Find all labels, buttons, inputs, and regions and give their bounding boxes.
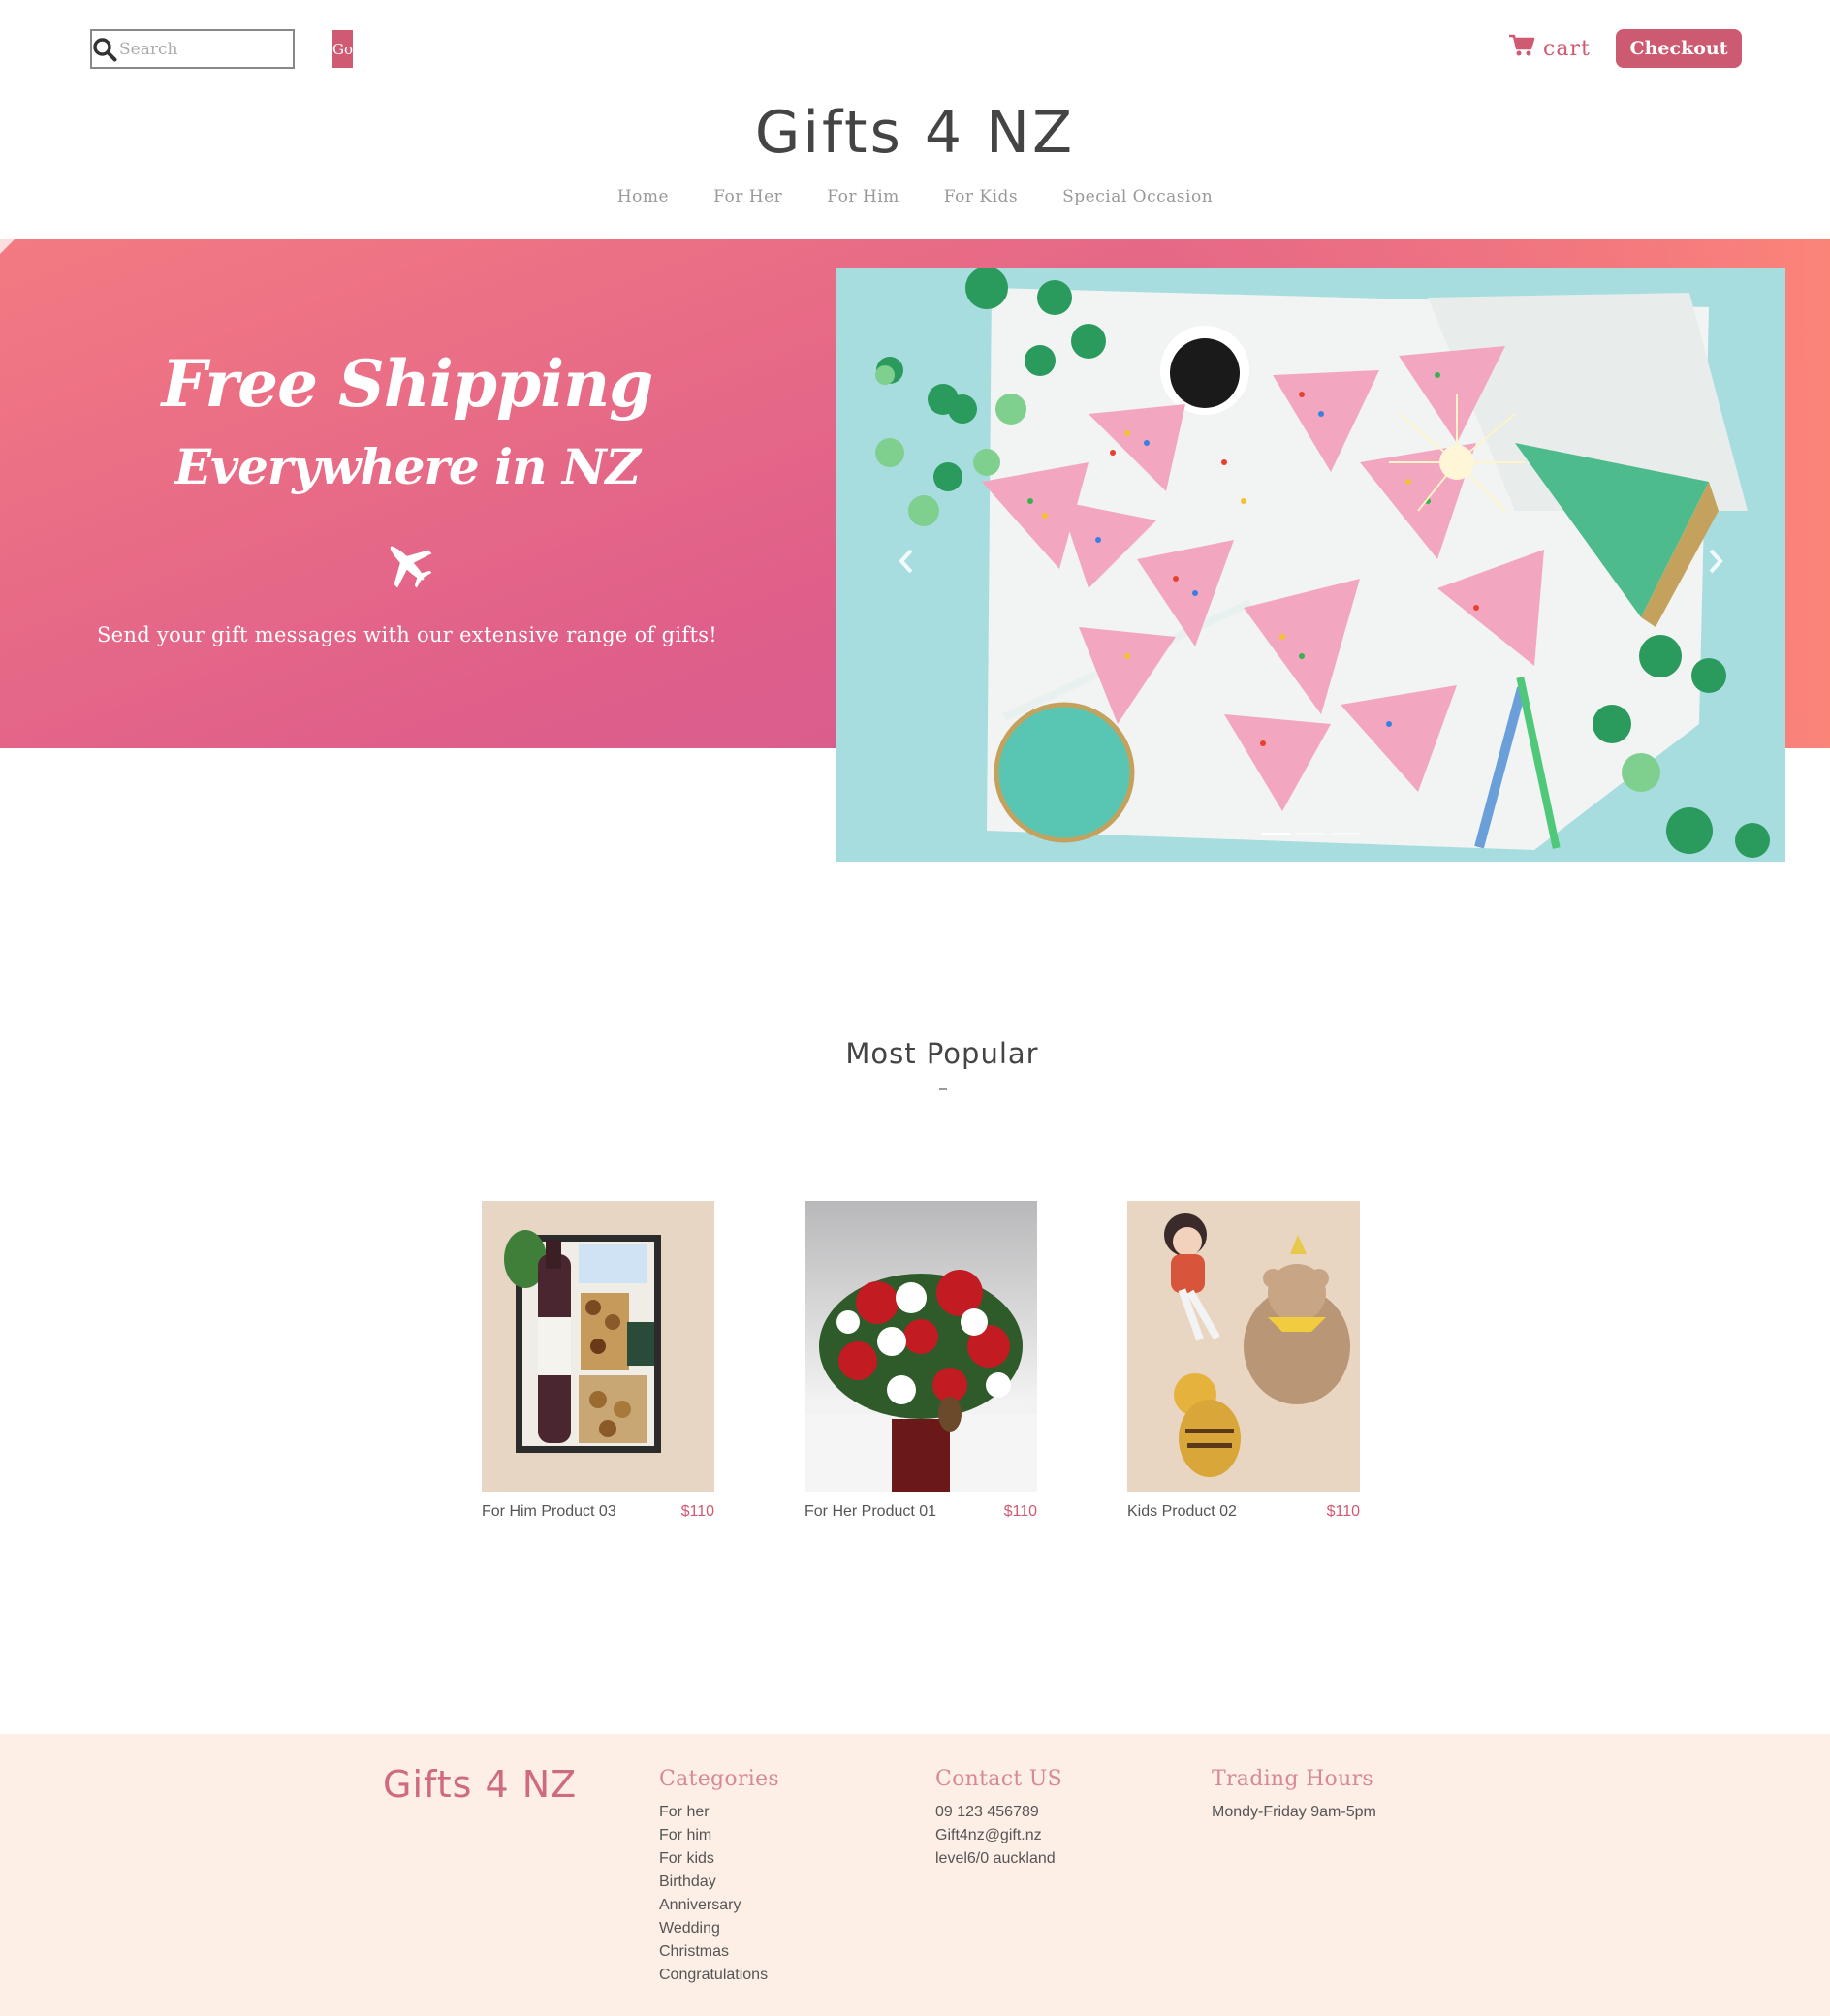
carousel-indicator[interactable]	[1331, 833, 1360, 835]
categories-heading: Categories	[659, 1767, 779, 1791]
footer-link-for-kids[interactable]: For kids	[659, 1847, 779, 1871]
carousel-indicators	[1261, 833, 1360, 835]
contact-phone: 09 123 456789	[935, 1804, 1039, 1820]
footer-logo[interactable]: Gifts 4 NZ	[383, 1763, 577, 1806]
contact-heading: Contact US	[935, 1767, 1062, 1791]
hero-subtitle: Everywhere in NZ	[174, 438, 641, 495]
product-card[interactable]: Kids Product 02 $110	[1127, 1201, 1360, 1521]
cart-label: cart	[1543, 36, 1591, 61]
footer-link-congratulations[interactable]: Congratulations	[659, 1964, 779, 1987]
footer-hours: Trading Hours Mondy-Friday 9am-5pm	[1212, 1767, 1376, 1824]
nav-for-kids[interactable]: For Kids	[944, 187, 1018, 206]
nav-special-occasion[interactable]: Special Occasion	[1062, 187, 1213, 206]
carousel-slide-image	[836, 268, 1785, 862]
carousel-next-arrow[interactable]	[1704, 545, 1727, 578]
title-divider	[939, 1088, 947, 1090]
contact-address: level6/0 auckland	[935, 1850, 1056, 1867]
footer-contact: Contact US 09 123 456789 Gift4nz@gift.nz…	[935, 1767, 1062, 1871]
product-card[interactable]: For Him Product 03 $110	[482, 1201, 714, 1521]
cart-icon	[1508, 34, 1535, 63]
checkout-button[interactable]: Checkout	[1616, 29, 1742, 68]
site-logo[interactable]: Gifts 4 NZ	[0, 99, 1830, 167]
hero-title: Free Shipping	[161, 346, 654, 422]
main-nav: Home For Her For Him For Kids Special Oc…	[0, 187, 1830, 206]
go-button[interactable]: Go	[332, 30, 354, 68]
product-image	[482, 1201, 714, 1492]
footer-categories: Categories For her For him For kids Birt…	[659, 1767, 779, 1987]
search-box: Go	[90, 29, 354, 69]
product-image	[805, 1201, 1037, 1492]
product-name: Kids Product 02	[1127, 1503, 1237, 1520]
footer: Gifts 4 NZ Categories For her For him Fo…	[0, 1734, 1830, 2016]
product-name: For Her Product 01	[805, 1503, 937, 1520]
footer-link-christmas[interactable]: Christmas	[659, 1940, 779, 1964]
airplane-icon	[380, 536, 434, 590]
search-input[interactable]	[117, 31, 332, 67]
footer-link-anniversary[interactable]: Anniversary	[659, 1894, 779, 1917]
product-image	[1127, 1201, 1360, 1492]
product-price: $110	[1003, 1503, 1037, 1520]
product-price: $110	[1326, 1503, 1360, 1520]
hours-text: Mondy-Friday 9am-5pm	[1212, 1804, 1376, 1820]
footer-link-for-him[interactable]: For him	[659, 1824, 779, 1847]
hours-heading: Trading Hours	[1212, 1767, 1373, 1791]
carousel-indicator[interactable]	[1261, 833, 1290, 835]
product-price: $110	[680, 1503, 714, 1520]
nav-for-her[interactable]: For Her	[713, 187, 782, 206]
product-name: For Him Product 03	[482, 1503, 616, 1520]
nav-home[interactable]: Home	[617, 187, 669, 206]
contact-email[interactable]: Gift4nz@gift.nz	[935, 1824, 1062, 1847]
carousel-prev-arrow[interactable]	[895, 545, 918, 578]
footer-link-birthday[interactable]: Birthday	[659, 1871, 779, 1894]
hero-tagline: Send your gift messages with our extensi…	[96, 623, 718, 646]
most-popular-title: Most Popular	[845, 1037, 1039, 1070]
hero-carousel[interactable]	[836, 268, 1785, 862]
carousel-indicator[interactable]	[1296, 833, 1325, 835]
footer-link-wedding[interactable]: Wedding	[659, 1917, 779, 1940]
nav-for-him[interactable]: For Him	[827, 187, 899, 206]
cart-link[interactable]: cart	[1508, 31, 1591, 66]
product-card[interactable]: For Her Product 01 $110	[805, 1201, 1037, 1521]
footer-link-for-her[interactable]: For her	[659, 1801, 779, 1824]
search-icon	[92, 31, 117, 67]
